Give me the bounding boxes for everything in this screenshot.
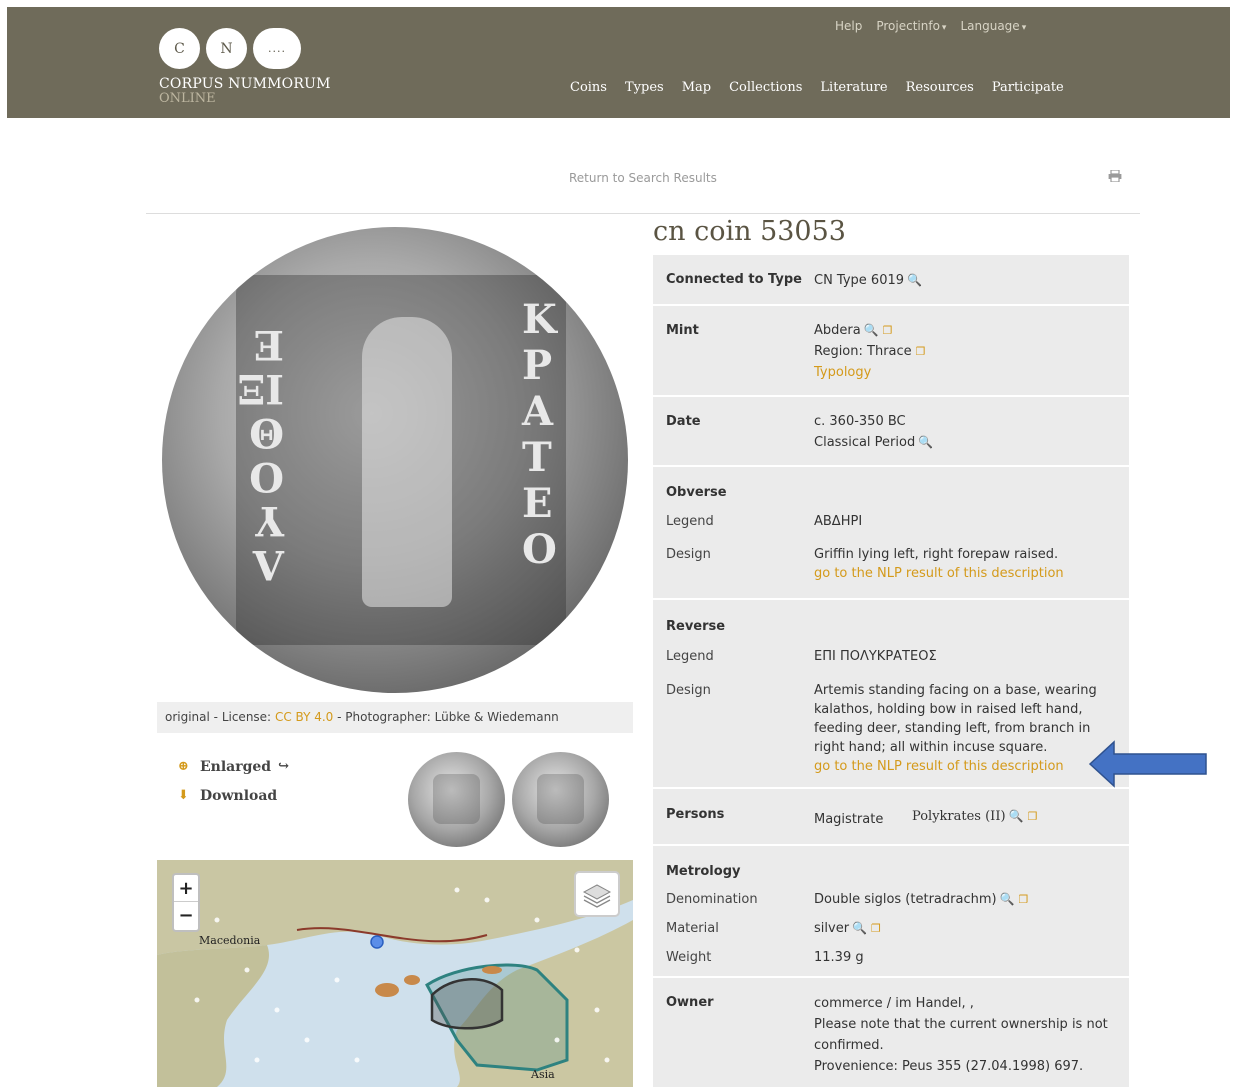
type-link[interactable]: CN Type 6019 <box>814 273 904 288</box>
caret-down-icon: ▾ <box>1021 23 1027 33</box>
person-link[interactable]: Polykrates (II) <box>912 809 1006 824</box>
zoom-in-button[interactable]: + <box>174 875 198 902</box>
reverse-thumbnail[interactable] <box>512 752 609 847</box>
row-reverse: Reverse Legend ΕΠΙ ΠΟΛΥΚΡΑΤΕΟΣ Design Ar… <box>653 600 1129 787</box>
coin-image[interactable]: ΛΥΟΘΙΞΕ ΚΡΑΤΕΟ <box>162 227 628 693</box>
row-date: Date c. 360-350 BC Classical Period 🔍 <box>653 397 1129 465</box>
obverse-legend: ΑΒΔΗΡΙ <box>814 514 863 529</box>
typology-link[interactable]: Typology <box>814 363 1119 382</box>
site-header: C N .... CORPUS NUMMORUM ONLINE Help Pro… <box>7 7 1230 118</box>
map-view[interactable]: Macedonia Asia + − <box>157 860 633 1087</box>
weight-value: 11.39 g <box>814 950 864 965</box>
nav-resources[interactable]: Resources <box>906 80 974 95</box>
map-label-asia: Asia <box>531 1068 555 1081</box>
search-icon[interactable]: 🔍 <box>907 271 922 290</box>
nav-map[interactable]: Map <box>682 80 711 95</box>
obverse-design: Griffin lying left, right forepaw raised… <box>814 547 1059 562</box>
denomination-link[interactable]: Double siglos (tetradrachm) <box>814 892 997 907</box>
enlarged-button[interactable]: ⊕ Enlarged ↪ <box>178 752 289 781</box>
coin-details: Connected to Type CN Type 6019 🔍 Mint Abd… <box>653 255 1129 1087</box>
map-terrain <box>157 860 633 1087</box>
nav-literature[interactable]: Literature <box>820 80 887 95</box>
download-button[interactable]: ⬇ Download <box>178 781 289 810</box>
topnav-help[interactable]: Help <box>835 19 862 33</box>
mint-link[interactable]: Abdera <box>814 323 861 338</box>
logo-subtitle: ONLINE <box>159 91 216 106</box>
map-label-macedonia: Macedonia <box>199 934 261 947</box>
image-actions: ⊕ Enlarged ↪ ⬇ Download <box>178 752 289 810</box>
external-link-icon[interactable]: ❐ <box>916 342 926 361</box>
coin-title: cn coin 53053 <box>653 216 846 247</box>
material-link[interactable]: silver <box>814 921 849 936</box>
row-mint: Mint Abdera 🔍 ❐ Region: Thrace ❐ Typology <box>653 306 1129 395</box>
print-icon[interactable] <box>1108 170 1122 182</box>
search-icon[interactable]: 🔍 <box>918 433 933 452</box>
external-link-icon[interactable]: ❐ <box>871 919 881 938</box>
row-metrology: Metrology Denomination Double siglos (te… <box>653 846 1129 976</box>
zoom-out-button[interactable]: − <box>174 902 198 929</box>
main-nav: Coins Types Map Collections Literature R… <box>570 80 1064 95</box>
logo-letter-c: C <box>159 28 200 69</box>
logo-letter-n: N <box>206 28 247 69</box>
row-connected-type: Connected to Type CN Type 6019 🔍 <box>653 255 1129 304</box>
row-persons: Persons Magistrate Polykrates (II) 🔍 ❐ <box>653 789 1129 844</box>
layers-button[interactable] <box>574 871 620 917</box>
zoom-in-icon: ⊕ <box>178 759 189 774</box>
external-link-icon[interactable]: ❐ <box>883 321 893 340</box>
external-link-icon[interactable]: ❐ <box>1019 890 1029 909</box>
search-icon[interactable]: 🔍 <box>864 321 879 340</box>
nav-participate[interactable]: Participate <box>992 80 1064 95</box>
coin-legend-right: ΚΡΑΤΕΟ <box>522 296 557 573</box>
annotation-arrow-icon <box>1088 740 1207 788</box>
logo-title: CORPUS NUMMORUM <box>159 76 331 92</box>
nav-collections[interactable]: Collections <box>729 80 802 95</box>
reverse-design: Artemis standing facing on a base, weari… <box>814 683 1097 755</box>
topnav-language[interactable]: Language ▾ <box>960 19 1026 33</box>
image-license: original - License: CC BY 4.0 - Photogra… <box>157 702 633 733</box>
search-icon[interactable]: 🔍 <box>1009 809 1024 823</box>
row-obverse: Obverse Legend ΑΒΔΗΡΙ Design Griffin lyi… <box>653 467 1129 598</box>
reverse-nlp-link[interactable]: go to the NLP result of this description <box>814 757 1119 776</box>
caret-down-icon: ▾ <box>941 23 947 33</box>
site-logo[interactable]: C N .... CORPUS NUMMORUM ONLINE <box>159 28 331 106</box>
return-to-search-link[interactable]: Return to Search Results <box>569 171 717 185</box>
griffin-motif <box>433 774 480 824</box>
region-link[interactable]: Region: Thrace <box>814 344 912 359</box>
obverse-nlp-link[interactable]: go to the NLP result of this description <box>814 564 1119 583</box>
search-icon[interactable]: 🔍 <box>852 919 867 938</box>
reverse-legend: ΕΠΙ ΠΟΛΥΚΡΑΤΕΟΣ <box>814 649 937 664</box>
obverse-thumbnail[interactable] <box>408 752 505 847</box>
share-arrow-icon: ↪ <box>278 759 290 774</box>
external-link-icon[interactable]: ❐ <box>1027 810 1037 823</box>
logo-dots: .... <box>253 28 301 69</box>
coin-legend-left: ΛΥΟΘΙΞΕ <box>237 321 284 588</box>
nav-coins[interactable]: Coins <box>570 80 607 95</box>
layers-icon <box>582 884 612 908</box>
nav-types[interactable]: Types <box>625 80 664 95</box>
top-nav: Help Projectinfo ▾ Language ▾ <box>835 19 1026 33</box>
artemis-motif <box>537 774 584 824</box>
row-owner: Owner commerce / im Handel, , Please not… <box>653 978 1129 1087</box>
topnav-projectinfo[interactable]: Projectinfo ▾ <box>876 19 946 33</box>
artemis-figure <box>362 317 452 607</box>
search-icon[interactable]: 🔍 <box>1000 890 1015 909</box>
download-icon: ⬇ <box>178 788 189 803</box>
zoom-control: + − <box>172 873 200 932</box>
license-link[interactable]: CC BY 4.0 <box>275 710 333 724</box>
divider <box>146 213 1140 214</box>
